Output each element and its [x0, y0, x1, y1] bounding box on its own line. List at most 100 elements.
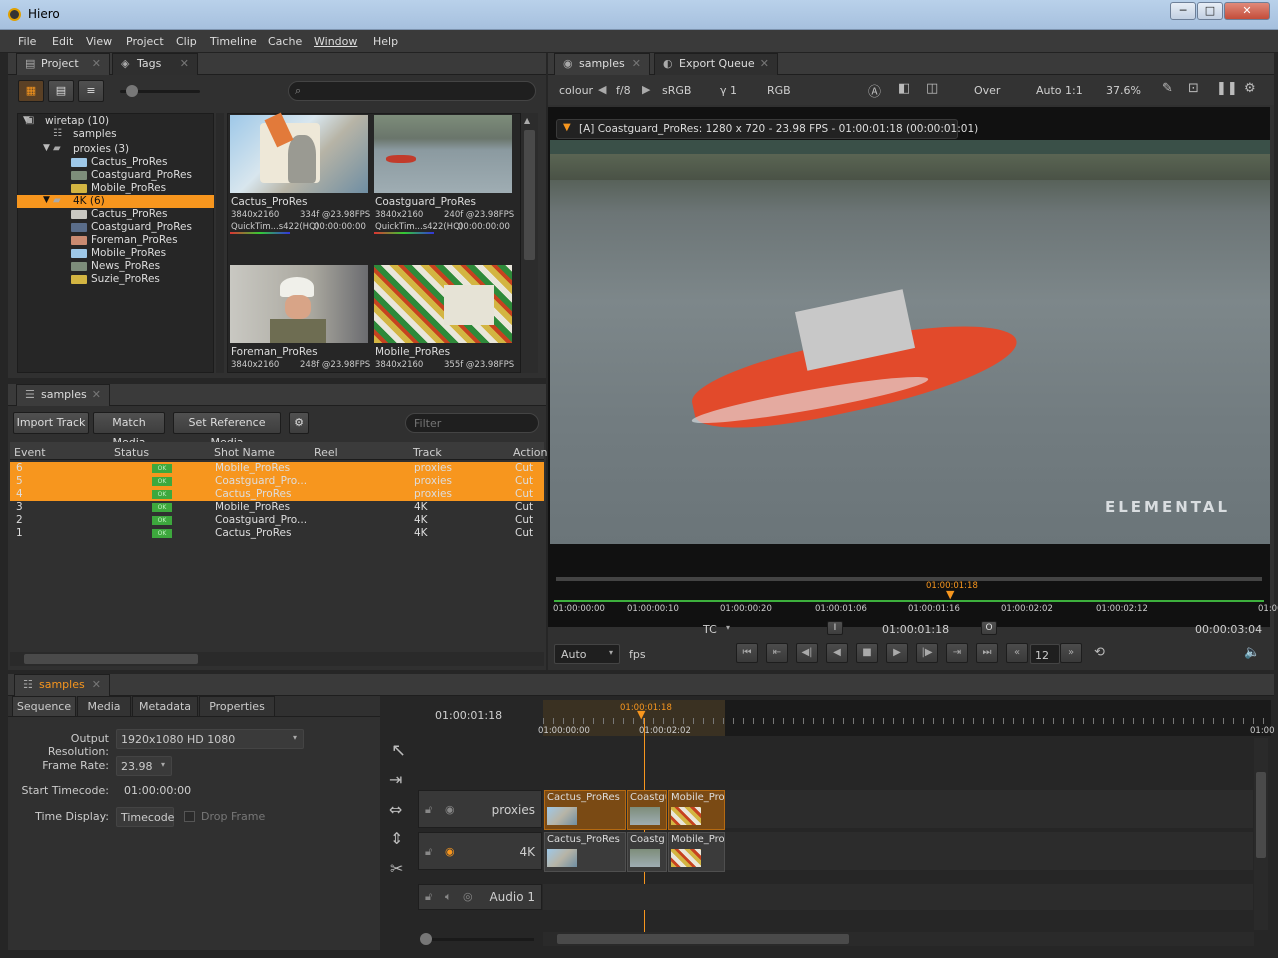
menu-timeline[interactable]: Timeline: [210, 35, 257, 48]
menu-project[interactable]: Project: [126, 35, 164, 48]
timeline-clip[interactable]: Mobile_Pro: [668, 832, 725, 872]
settings-gear-button[interactable]: ⚙: [289, 412, 309, 434]
slip-tool-icon[interactable]: ⇔: [389, 800, 402, 819]
search-input[interactable]: ⌕: [288, 81, 536, 101]
fstop-value[interactable]: f/8: [616, 84, 631, 97]
close-icon[interactable]: ✕: [180, 54, 189, 74]
col-action[interactable]: Action: [513, 446, 547, 459]
menu-view[interactable]: View: [86, 35, 112, 48]
tree-clip-item[interactable]: Cactus_ProRes: [17, 156, 214, 169]
volume-icon[interactable]: 🔈: [1244, 645, 1260, 660]
expand-arrow-icon[interactable]: ▼: [43, 195, 50, 205]
slider-handle[interactable]: [126, 85, 138, 97]
tab-samples[interactable]: ☰ samples ✕: [16, 384, 110, 406]
viewer-timeline-bar[interactable]: [554, 600, 1264, 602]
select-tool-icon[interactable]: ↖: [391, 740, 406, 761]
clip-coastguard[interactable]: Coastguard_ProRes 3840x2160 240f @23.98F…: [374, 115, 514, 235]
tree-clip-item[interactable]: Coastguard_ProRes: [17, 169, 214, 182]
pick-color-icon[interactable]: ✎: [1162, 81, 1173, 96]
tab-properties[interactable]: Properties: [199, 696, 275, 716]
viewer-playhead[interactable]: ▼: [946, 588, 954, 601]
close-icon[interactable]: ✕: [92, 54, 101, 74]
clip-mobile[interactable]: Mobile_ProRes 3840x2160 355f @23.98FPS: [374, 265, 514, 385]
time-display-select[interactable]: Timecode: [116, 807, 174, 827]
tab-tags[interactable]: ◈ Tags ✕: [112, 53, 198, 75]
fstop-decrease-icon[interactable]: ◀: [598, 83, 606, 96]
clip-foreman[interactable]: Foreman_ProRes 3840x2160 248f @23.98FPS: [230, 265, 370, 385]
tab-project[interactable]: ▤ Project ✕: [16, 53, 110, 75]
visible-eye-icon[interactable]: ◉: [445, 803, 455, 816]
set-reference-media-button[interactable]: Set Reference Media: [173, 412, 281, 449]
loop-icon[interactable]: ⟲: [1094, 645, 1105, 660]
zoom-slider-handle[interactable]: [420, 933, 432, 945]
expand-icon[interactable]: ▼: [563, 122, 571, 133]
lut-select[interactable]: sRGB: [662, 84, 691, 97]
zoom-select[interactable]: 37.6%: [1106, 84, 1141, 97]
scroll-thumb[interactable]: [557, 934, 849, 944]
track-header-audio[interactable]: 🔓︎ 🔈︎ ◎ Audio 1: [418, 884, 542, 910]
frame-rate-select[interactable]: 23.98 ▾: [116, 756, 172, 776]
ab-compare-icon[interactable]: Ⓐ: [868, 81, 881, 100]
track-header-proxies[interactable]: 🔓︎ ◉ proxies: [418, 790, 542, 828]
tree-bin-item[interactable]: ▼ ▰ 4K (6): [17, 195, 214, 208]
menu-help[interactable]: Help: [373, 35, 398, 48]
table-row[interactable]: 3 Mobile_ProRes 4K Cut OK: [10, 501, 544, 514]
close-button[interactable]: ✕: [1224, 2, 1270, 20]
solo-icon[interactable]: ◎: [463, 890, 473, 903]
tc-mode-select[interactable]: TC: [703, 623, 717, 636]
visible-eye-icon[interactable]: ◉: [445, 845, 455, 858]
comp-mode-select[interactable]: Over: [974, 84, 1000, 97]
tree-clip-item[interactable]: Coastguard_ProRes: [17, 221, 214, 234]
timeline-clip[interactable]: Cactus_ProRes: [544, 832, 626, 872]
col-event[interactable]: Event: [14, 446, 46, 459]
pause-icon[interactable]: ❚❚: [1216, 81, 1238, 96]
fstop-increase-icon[interactable]: ▶: [642, 83, 650, 96]
clip-grid-scrollbar[interactable]: ▲ ▼: [520, 113, 538, 400]
table-row[interactable]: 5 Coastguard_Pro... proxies Cut OK: [10, 475, 544, 488]
timeline-timecode[interactable]: 01:00:01:18: [435, 709, 502, 722]
close-icon[interactable]: ✕: [92, 385, 101, 405]
step-back-n-button[interactable]: «: [1006, 643, 1028, 663]
tab-export-queue[interactable]: ◐ Export Queue ✕: [654, 53, 778, 75]
step-count-input[interactable]: 12: [1030, 644, 1060, 664]
step-back-button[interactable]: ◀|: [796, 643, 818, 663]
tree-bin-item[interactable]: ▼ ▣ wiretap (10): [17, 115, 214, 128]
grid-view-button[interactable]: ▦: [18, 80, 44, 102]
filter-input[interactable]: [405, 413, 539, 433]
scroll-up-icon[interactable]: ▲: [524, 116, 530, 125]
clip-cactus[interactable]: Cactus_ProRes 3840x2160 334f @23.98FPS Q…: [230, 112, 370, 235]
scroll-thumb[interactable]: [1256, 772, 1266, 858]
expand-arrow-icon[interactable]: ▼: [43, 143, 50, 153]
next-edit-button[interactable]: ⇥: [946, 643, 968, 663]
output-resolution-select[interactable]: 1920x1080 HD 1080 ▾: [116, 729, 304, 749]
timeline-clip[interactable]: Mobile_ProF: [668, 790, 725, 830]
step-forward-n-button[interactable]: »: [1060, 643, 1082, 663]
tree-clip-item[interactable]: News_ProRes: [17, 260, 214, 273]
table-row[interactable]: 2 Coastguard_Pro... 4K Cut OK: [10, 514, 544, 527]
wipe-icon[interactable]: ◧: [898, 81, 910, 96]
goto-start-button[interactable]: ⏮: [736, 643, 758, 663]
lock-icon[interactable]: 🔓︎: [425, 890, 432, 904]
speaker-icon[interactable]: 🔈︎: [445, 890, 452, 904]
prev-edit-button[interactable]: ⇤: [766, 643, 788, 663]
drop-frame-checkbox[interactable]: [184, 811, 195, 822]
channels-select[interactable]: RGB: [767, 84, 791, 97]
close-icon[interactable]: ✕: [760, 54, 769, 74]
tree-clip-item[interactable]: Mobile_ProRes: [17, 247, 214, 260]
col-reel[interactable]: Reel: [314, 446, 338, 459]
close-icon[interactable]: ✕: [632, 54, 641, 74]
gamma-value[interactable]: γ 1: [720, 84, 737, 97]
track-lane-audio[interactable]: [543, 884, 1253, 910]
lock-icon[interactable]: 🔓︎: [425, 803, 432, 817]
lock-icon[interactable]: 🔓︎: [425, 845, 432, 859]
match-media-button[interactable]: Match Media: [93, 412, 165, 449]
list-view-button[interactable]: ≡: [78, 80, 104, 102]
timeline-vscrollbar[interactable]: [1254, 738, 1268, 930]
minimize-button[interactable]: ─: [1170, 2, 1196, 20]
menu-clip[interactable]: Clip: [176, 35, 197, 48]
track-select-tool-icon[interactable]: ⇥: [389, 770, 402, 789]
ripple-tool-icon[interactable]: ⇕: [390, 829, 403, 848]
tab-sequence[interactable]: Sequence: [12, 696, 76, 716]
gear-icon[interactable]: ⚙: [1244, 81, 1256, 96]
col-shot-name[interactable]: Shot Name: [214, 446, 275, 459]
